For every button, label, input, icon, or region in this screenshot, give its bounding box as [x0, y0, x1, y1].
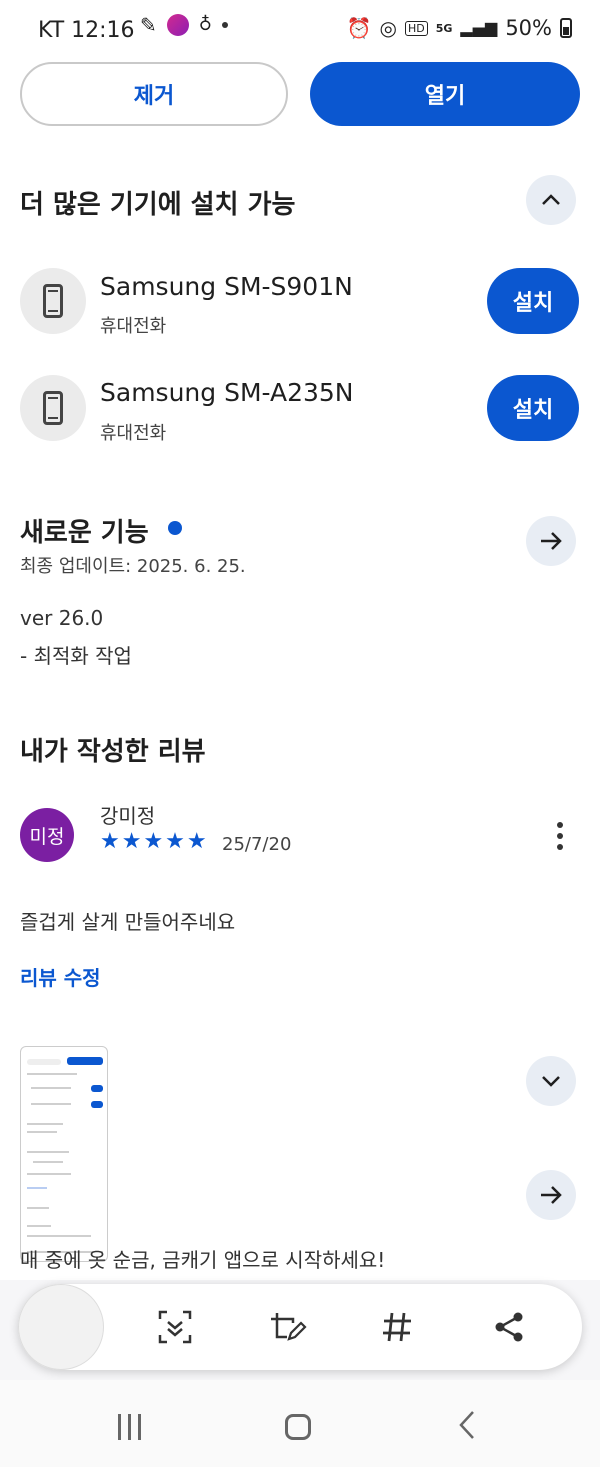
install-button-s901n[interactable]: 설치 [487, 268, 579, 334]
release-notes: - 최적화 작업 [20, 644, 132, 668]
install-button-a235n[interactable]: 설치 [487, 375, 579, 441]
review-text: 즐겁게 살게 만들어주네요 [20, 910, 236, 934]
hd-icon: HD [404, 20, 428, 36]
system-icons: ⏰ ◎ HD 5G ▂▄▆ 50% [347, 16, 572, 40]
arrow-right-icon [541, 532, 562, 550]
back-icon[interactable] [458, 1410, 476, 1448]
device-type: 휴대전화 [100, 316, 167, 337]
screenshot-thumbnail[interactable] [20, 1046, 108, 1262]
whats-new-title: 새로운 기능 [20, 518, 149, 548]
device-name: Samsung SM-S901N [100, 272, 353, 301]
star-rating: ★★★★★ [100, 829, 209, 854]
notification-icons: ✎ ♁ [140, 14, 228, 36]
remove-button[interactable]: 제거 [20, 62, 288, 126]
device-name: Samsung SM-A235N [100, 378, 354, 407]
edit-review-link[interactable]: 리뷰 수정 [20, 962, 101, 991]
status-bar: KT 12:16 ✎ ♁ ⏰ ◎ HD 5G ▂▄▆ 50% [0, 0, 600, 60]
pen-notification-icon: ✎ [140, 13, 157, 37]
version-text: ver 26.0 [20, 606, 104, 630]
phone-icon [20, 375, 86, 441]
partially-hidden-text: 매 중에 옷 순금, 금캐기 앱으로 시작하세요! [20, 1248, 386, 1272]
open-button[interactable]: 열기 [310, 62, 580, 126]
device-type: 휴대전화 [100, 423, 167, 444]
phone-icon [20, 268, 86, 334]
avatar: 미정 [20, 808, 74, 862]
collapse-button[interactable] [526, 175, 576, 225]
app-notification-icon [166, 14, 189, 36]
draw-crop-icon[interactable] [264, 1304, 310, 1350]
whats-new-arrow-button[interactable] [526, 516, 576, 566]
status-time: KT 12:16 [38, 18, 135, 43]
review-author: 강미정 [100, 804, 156, 828]
section-arrow-button[interactable] [526, 1170, 576, 1220]
alarm-icon: ⏰ [346, 16, 372, 40]
capture-preview[interactable] [18, 1284, 104, 1370]
last-updated: 최종 업데이트: 2025. 6. 25. [20, 556, 246, 577]
hotspot-icon: ◎ [379, 16, 397, 40]
arrow-right-icon [541, 1186, 562, 1204]
expand-button[interactable] [526, 1056, 576, 1106]
battery-percent: 50% [505, 16, 552, 40]
tag-icon[interactable] [374, 1304, 420, 1350]
more-options-icon[interactable] [557, 822, 563, 850]
chevron-down-icon [542, 1076, 560, 1087]
review-date: 25/7/20 [222, 834, 292, 855]
recent-apps-icon[interactable] [118, 1414, 141, 1440]
home-icon[interactable] [285, 1414, 311, 1440]
network-icon: 5G [435, 21, 453, 35]
chevron-up-icon [542, 194, 560, 205]
app-notification-icon-2: ♁ [198, 14, 212, 35]
share-icon[interactable] [486, 1304, 532, 1350]
battery-icon [560, 18, 572, 38]
devices-section-title: 더 많은 기기에 설치 가능 [20, 190, 296, 220]
more-notifications-icon [221, 22, 228, 28]
scroll-capture-icon[interactable] [152, 1304, 198, 1350]
my-review-title: 내가 작성한 리뷰 [20, 737, 206, 767]
new-indicator-dot [168, 521, 182, 535]
screenshot-toolbar [18, 1284, 582, 1370]
signal-icon: ▂▄▆ [460, 18, 498, 37]
